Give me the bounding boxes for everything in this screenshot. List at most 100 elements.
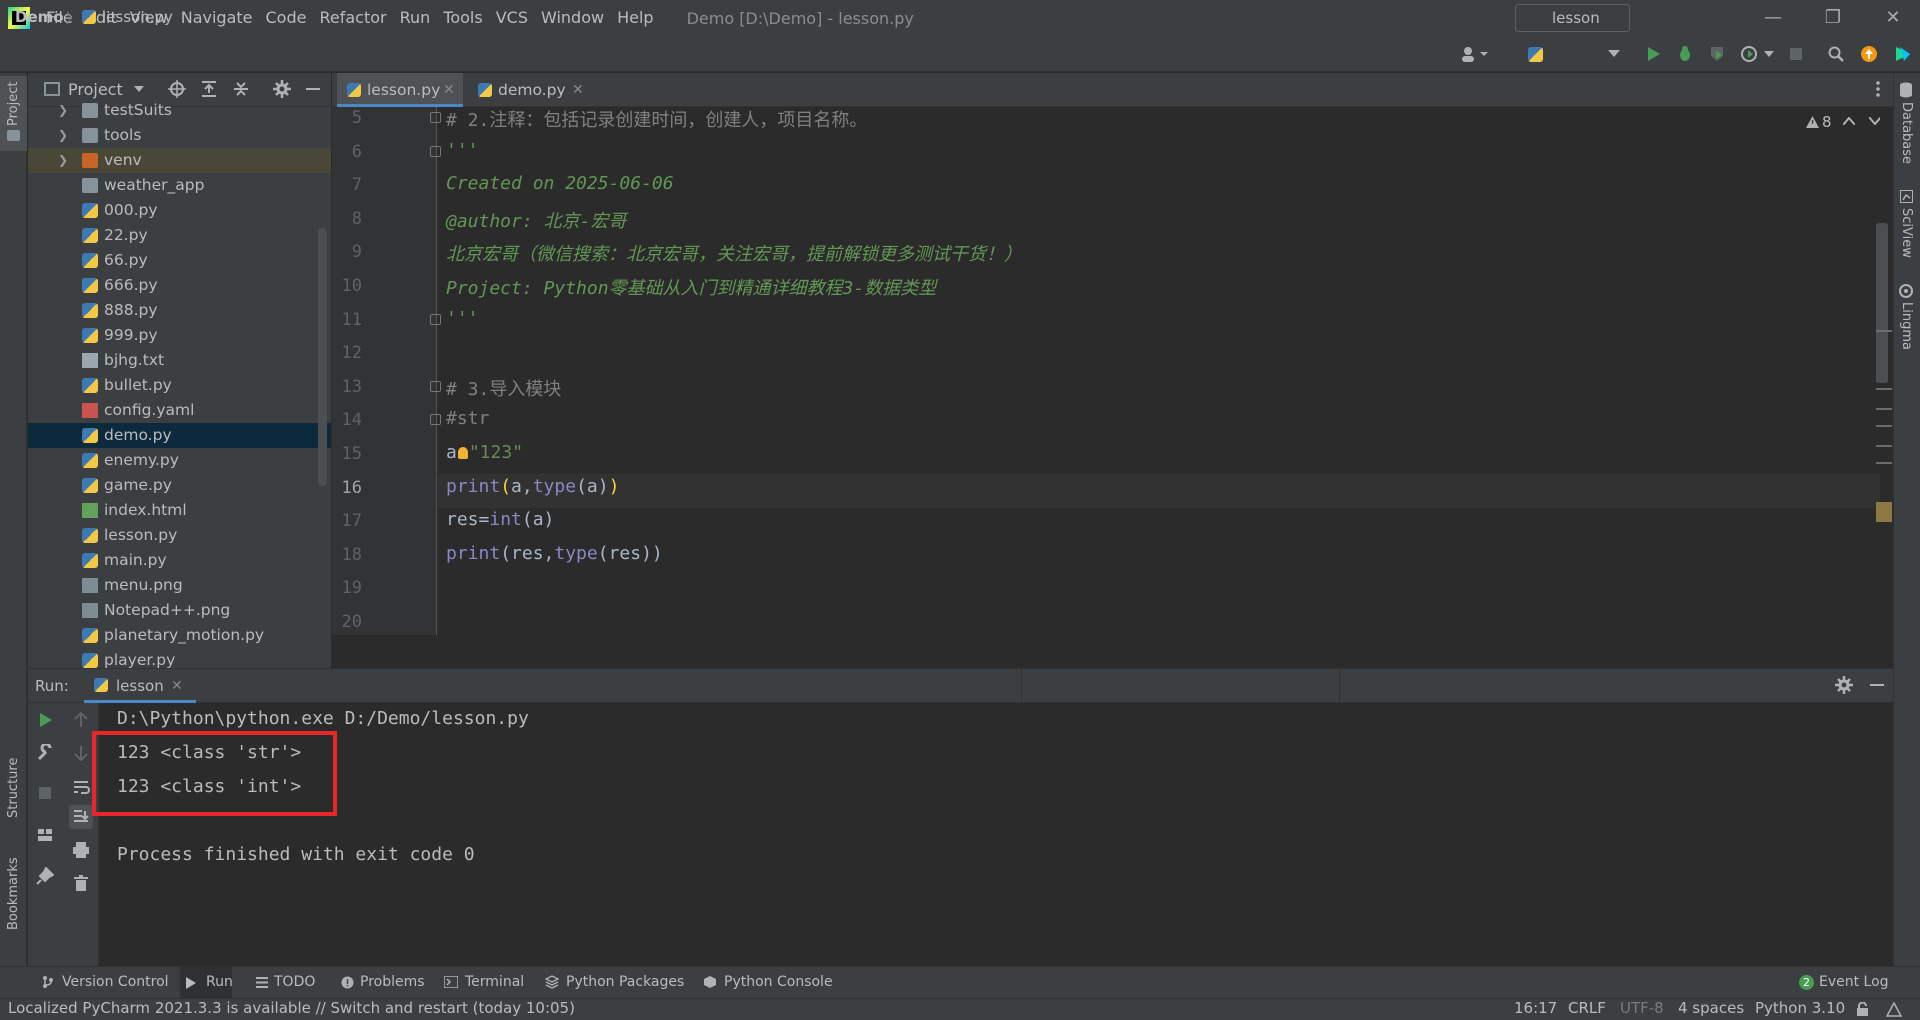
- fold-marker-icon[interactable]: [430, 145, 441, 157]
- fold-marker-icon[interactable]: [430, 380, 441, 392]
- breadcrumb-file[interactable]: lesson.py: [102, 8, 173, 26]
- line-number[interactable]: 14: [332, 410, 362, 430]
- previous-highlight-icon[interactable]: [1843, 117, 1855, 125]
- indent-setting[interactable]: 4 spaces: [1678, 999, 1744, 1017]
- expand-all-icon[interactable]: [200, 80, 218, 98]
- fold-marker-icon[interactable]: [430, 112, 441, 123]
- line-number[interactable]: 18: [332, 545, 362, 565]
- tree-item[interactable]: ❯ tools: [28, 123, 331, 148]
- tool-tab-todo[interactable]: TODO: [274, 974, 315, 990]
- python-interpreter[interactable]: Python 3.10: [1755, 999, 1845, 1017]
- sciview-tool-label[interactable]: SciView: [1899, 208, 1914, 258]
- lock-icon[interactable]: [1856, 1002, 1869, 1017]
- tool-tab-terminal[interactable]: Terminal: [465, 974, 524, 990]
- tree-item[interactable]: menu.png: [28, 573, 331, 598]
- collapse-all-icon[interactable]: [232, 80, 250, 98]
- chevron-right-icon[interactable]: ❯: [58, 98, 68, 123]
- line-number[interactable]: 17: [332, 511, 362, 531]
- user-icon[interactable]: [1460, 46, 1490, 62]
- update-icon[interactable]: [1860, 45, 1878, 63]
- tree-item[interactable]: config.yaml: [28, 398, 331, 423]
- tree-item[interactable]: ❯ venv: [28, 148, 331, 173]
- line-separator[interactable]: CRLF: [1568, 999, 1606, 1017]
- database-tool-label[interactable]: Database: [1899, 102, 1914, 164]
- tool-tab-run[interactable]: Run: [206, 974, 233, 990]
- gear-icon[interactable]: [1835, 676, 1853, 694]
- rerun-icon[interactable]: [36, 711, 54, 729]
- tree-item[interactable]: 666.py: [28, 273, 331, 298]
- close-icon[interactable]: ✕: [1868, 0, 1918, 36]
- locate-file-icon[interactable]: [168, 80, 186, 98]
- line-number[interactable]: 6: [332, 142, 362, 162]
- tree-item[interactable]: ❯ testSuits: [28, 98, 331, 123]
- breadcrumb-project[interactable]: Demo: [15, 8, 64, 26]
- menu-window[interactable]: Window: [537, 0, 613, 36]
- error-stripe-mark[interactable]: [1876, 388, 1892, 390]
- more-run-options-icon[interactable]: [1764, 51, 1774, 58]
- tree-item[interactable]: 000.py: [28, 198, 331, 223]
- structure-tool-label[interactable]: Structure: [6, 758, 21, 818]
- profile-icon[interactable]: [1740, 45, 1758, 63]
- status-message[interactable]: Localized PyCharm 2021.3.3 is available …: [8, 999, 575, 1017]
- line-number[interactable]: 10: [332, 276, 362, 296]
- intention-bulb-icon[interactable]: [457, 447, 468, 459]
- down-arrow-icon[interactable]: [72, 744, 90, 762]
- stop-icon[interactable]: [36, 784, 54, 802]
- caret-stripe-mark[interactable]: [1876, 502, 1892, 522]
- memory-indicator-icon[interactable]: [1886, 1002, 1902, 1017]
- close-tab-icon[interactable]: ✕: [443, 73, 455, 107]
- line-number[interactable]: 7: [332, 175, 362, 195]
- tree-item[interactable]: bjhg.txt: [28, 348, 331, 373]
- gear-icon[interactable]: [273, 80, 291, 98]
- chevron-down-icon[interactable]: [134, 86, 144, 93]
- editor-scroll-thumb[interactable]: [1876, 223, 1888, 383]
- error-stripe-mark[interactable]: [1876, 462, 1892, 464]
- file-encoding[interactable]: UTF-8: [1620, 999, 1664, 1017]
- tree-item[interactable]: 22.py: [28, 223, 331, 248]
- tree-item[interactable]: planetary_motion.py: [28, 623, 331, 648]
- tree-item[interactable]: index.html: [28, 498, 331, 523]
- error-stripe-mark[interactable]: [1876, 408, 1892, 410]
- line-number[interactable]: 15: [332, 444, 362, 464]
- stop-icon[interactable]: [1787, 45, 1805, 63]
- tree-item[interactable]: 999.py: [28, 323, 331, 348]
- tree-item[interactable]: weather_app: [28, 173, 331, 198]
- print-icon[interactable]: [72, 841, 90, 859]
- tool-tab-problems[interactable]: Problems: [360, 974, 425, 990]
- project-panel-title[interactable]: Project: [68, 80, 123, 99]
- tree-item[interactable]: enemy.py: [28, 448, 331, 473]
- tree-item[interactable]: main.py: [28, 548, 331, 573]
- tree-item[interactable]: demo.py: [28, 423, 331, 448]
- menu-tools[interactable]: Tools: [439, 0, 491, 36]
- tree-item[interactable]: 888.py: [28, 298, 331, 323]
- inspection-warning-count[interactable]: 8: [1822, 113, 1832, 131]
- search-icon[interactable]: [1827, 45, 1845, 63]
- menu-navigate[interactable]: Navigate: [177, 0, 262, 36]
- layout-icon[interactable]: [36, 826, 54, 844]
- error-stripe-mark[interactable]: [1876, 445, 1892, 447]
- restore-icon[interactable]: ❐: [1808, 0, 1858, 36]
- line-number[interactable]: 16: [332, 478, 362, 498]
- hide-panel-icon[interactable]: [306, 88, 320, 91]
- menu-vcs[interactable]: VCS: [492, 0, 537, 36]
- error-stripe-mark[interactable]: [1876, 425, 1892, 427]
- chevron-right-icon[interactable]: ❯: [58, 148, 68, 173]
- scroll-to-end-icon[interactable]: [72, 808, 90, 826]
- tree-item[interactable]: bullet.py: [28, 373, 331, 398]
- run-console[interactable]: [100, 703, 1893, 966]
- line-number[interactable]: 13: [332, 377, 362, 397]
- line-number[interactable]: 20: [332, 612, 362, 632]
- line-number[interactable]: 8: [332, 209, 362, 229]
- lingma-tool-label[interactable]: Lingma: [1899, 302, 1914, 350]
- close-tab-icon[interactable]: ✕: [572, 73, 584, 107]
- bookmarks-tool-label[interactable]: Bookmarks: [6, 857, 21, 930]
- caret-position[interactable]: 16:17: [1514, 999, 1557, 1017]
- close-tab-icon[interactable]: ✕: [171, 678, 183, 694]
- line-number[interactable]: 9: [332, 242, 362, 262]
- tab-lesson-py[interactable]: lesson.py ✕: [337, 73, 463, 107]
- tree-item[interactable]: lesson.py: [28, 523, 331, 548]
- code-with-me-icon[interactable]: [1894, 45, 1912, 63]
- fold-marker-icon[interactable]: [430, 414, 441, 426]
- tool-tab-version-control[interactable]: Version Control: [62, 974, 169, 990]
- soft-wrap-icon[interactable]: [72, 778, 90, 796]
